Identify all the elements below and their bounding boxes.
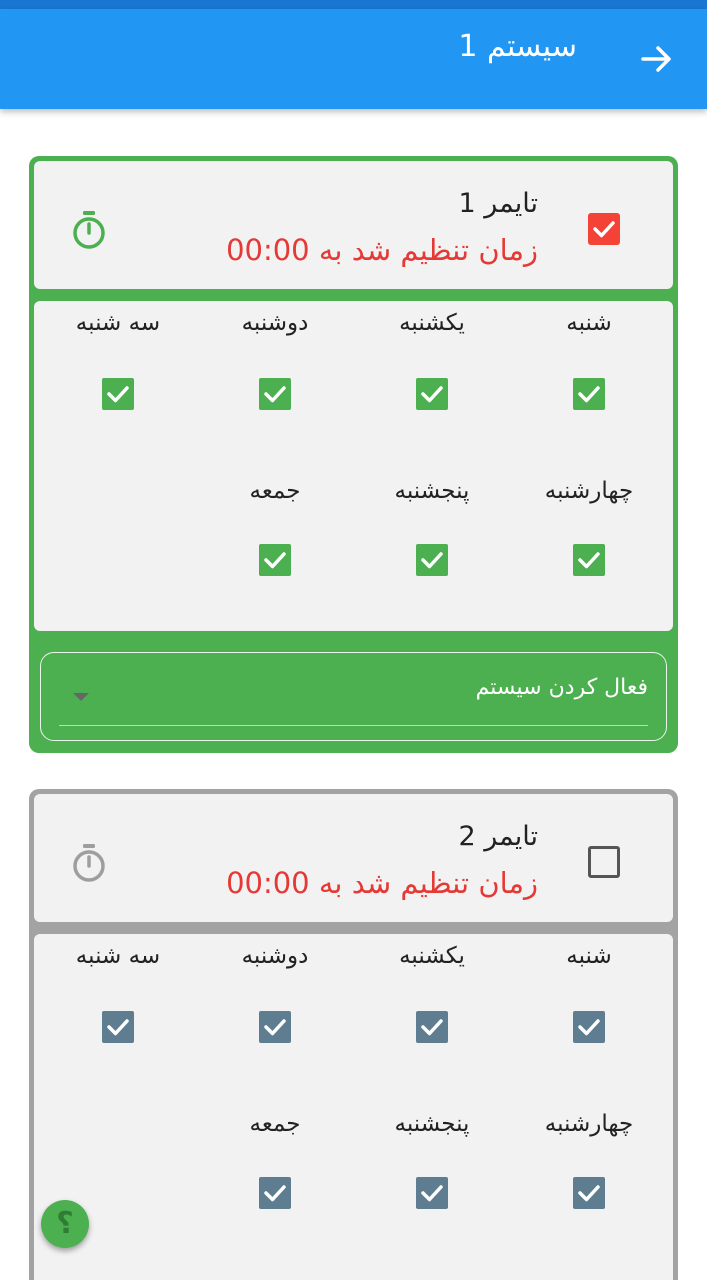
stopwatch-icon[interactable] [70, 209, 108, 251]
day-checkbox-saturday[interactable] [573, 378, 605, 410]
day-label-friday: جمعه [249, 478, 301, 504]
day-label-tuesday: سه شنبه [75, 943, 161, 969]
arrow-right-icon[interactable] [637, 39, 677, 79]
check-icon [593, 221, 615, 238]
check-icon [107, 1019, 129, 1036]
app-bar: سیستم 1 [0, 9, 707, 109]
check-icon [421, 552, 443, 569]
check-icon [264, 552, 286, 569]
day-checkbox-tuesday[interactable] [102, 378, 134, 410]
check-icon [264, 1185, 286, 1202]
day-label-monday: دوشنبه [241, 943, 309, 969]
day-label-sunday: یکشنبه [399, 310, 465, 336]
day-label-wednesday: چهارشنبه [544, 1111, 634, 1137]
day-checkbox-tuesday[interactable] [102, 1011, 134, 1043]
days-panel: شنبه یکشنبه دوشنبه سه شنبه چهارشنبه پنجش… [34, 934, 673, 1280]
stopwatch-icon[interactable] [70, 842, 108, 884]
timer-card-2: تایمر 2 زمان تنظیم شد به 00:00 شنبه یکشن… [29, 789, 678, 1280]
check-icon [578, 1019, 600, 1036]
check-icon [421, 1185, 443, 1202]
status-bar [0, 0, 707, 9]
day-checkbox-monday[interactable] [259, 1011, 291, 1043]
day-checkbox-wednesday[interactable] [573, 1177, 605, 1209]
day-label-friday: جمعه [249, 1111, 301, 1137]
check-icon [107, 386, 129, 403]
day-label-saturday: شنبه [566, 310, 612, 336]
day-label-thursday: پنجشنبه [394, 1111, 470, 1137]
day-checkbox-saturday[interactable] [573, 1011, 605, 1043]
help-fab[interactable]: ؟ [41, 1200, 89, 1248]
day-checkbox-thursday[interactable] [416, 544, 448, 576]
check-icon [264, 1019, 286, 1036]
timer-enable-checkbox[interactable] [588, 213, 620, 245]
check-icon [421, 386, 443, 403]
timer-time-text: زمان تنظیم شد به 00:00 [226, 233, 538, 267]
timer-name: تایمر 1 [458, 188, 538, 219]
check-icon [578, 386, 600, 403]
day-label-thursday: پنجشنبه [394, 478, 470, 504]
timer-enable-checkbox[interactable] [588, 846, 620, 878]
system-select[interactable]: فعال کردن سیستم [40, 652, 667, 741]
day-checkbox-friday[interactable] [259, 1177, 291, 1209]
day-checkbox-wednesday[interactable] [573, 544, 605, 576]
day-label-wednesday: چهارشنبه [544, 478, 634, 504]
check-icon [264, 386, 286, 403]
day-label-sunday: یکشنبه [399, 943, 465, 969]
caret-down-icon [73, 693, 89, 701]
day-label-saturday: شنبه [566, 943, 612, 969]
days-panel: شنبه یکشنبه دوشنبه سه شنبه چهارشنبه پنجش… [34, 301, 673, 631]
day-checkbox-friday[interactable] [259, 544, 291, 576]
day-checkbox-sunday[interactable] [416, 378, 448, 410]
question-icon: ؟ [56, 1206, 74, 1241]
system-select-value: فعال کردن سیستم [475, 675, 648, 700]
check-icon [421, 1019, 443, 1036]
timer-header[interactable]: تایمر 2 زمان تنظیم شد به 00:00 [34, 794, 673, 922]
select-underline [59, 725, 648, 726]
day-label-monday: دوشنبه [241, 310, 309, 336]
timer-card-1: تایمر 1 زمان تنظیم شد به 00:00 شنبه یکشن… [29, 156, 678, 753]
check-icon [578, 1185, 600, 1202]
check-icon [578, 552, 600, 569]
timer-time-text: زمان تنظیم شد به 00:00 [226, 866, 538, 900]
page-title: سیستم 1 [458, 29, 577, 64]
timer-name: تایمر 2 [458, 821, 538, 852]
timer-header[interactable]: تایمر 1 زمان تنظیم شد به 00:00 [34, 161, 673, 289]
day-checkbox-sunday[interactable] [416, 1011, 448, 1043]
day-checkbox-monday[interactable] [259, 378, 291, 410]
day-checkbox-thursday[interactable] [416, 1177, 448, 1209]
day-label-tuesday: سه شنبه [75, 310, 161, 336]
